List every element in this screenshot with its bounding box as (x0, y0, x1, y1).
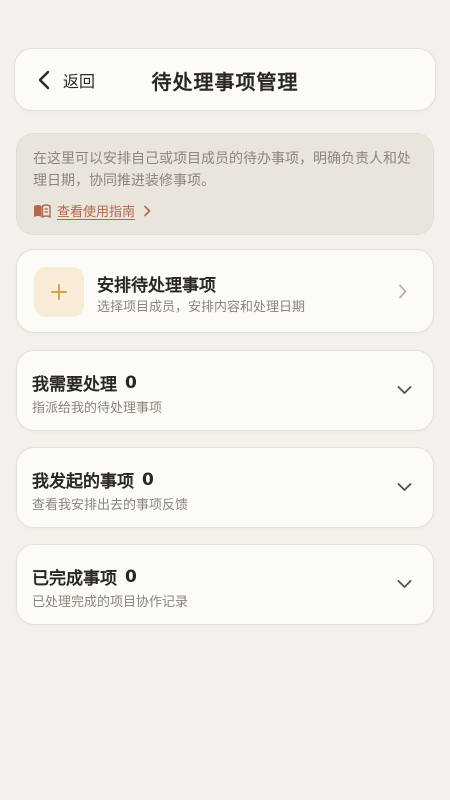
add-task-icon-box (34, 267, 84, 317)
chevron-down-icon[interactable] (397, 579, 412, 589)
add-task-card[interactable]: 安排待处理事项 选择项目成员，安排内容和处理日期 (16, 249, 434, 333)
intro-panel: 在这里可以安排自己或项目成员的待办事项，明确负责人和处理日期，协同推进装修事项。… (16, 133, 434, 235)
chevron-right-icon (144, 205, 151, 216)
top-bar: 返回 待处理事项管理 (14, 48, 436, 111)
chevron-right-icon (399, 284, 407, 299)
section-subtitle: 已处理完成的项目协作记录 (32, 595, 189, 610)
section-count: 0 (125, 372, 137, 393)
plus-icon (51, 284, 67, 300)
book-icon (34, 203, 51, 218)
section-title-label: 已完成事项 (32, 569, 117, 589)
guide-link[interactable]: 查看使用指南 (33, 201, 417, 220)
section-title-label: 我需要处理 (32, 375, 117, 395)
section-count: 0 (142, 469, 154, 490)
section-title: 我发起的事项 0 (32, 467, 154, 493)
section-title-label: 我发起的事项 (32, 472, 134, 492)
section-title: 我需要处理 0 (32, 370, 137, 396)
section-title: 已完成事项 0 (32, 564, 137, 590)
section-completed-tasks[interactable]: 已完成事项 0 已处理完成的项目协作记录 (16, 544, 434, 625)
back-label: 返回 (63, 72, 96, 91)
add-task-subtitle: 选择项目成员，安排内容和处理日期 (97, 300, 306, 315)
add-task-title: 安排待处理事项 (97, 276, 216, 296)
section-count: 0 (125, 566, 137, 587)
chevron-down-icon[interactable] (397, 385, 412, 395)
section-subtitle: 查看我安排出去的事项反馈 (32, 498, 189, 513)
section-subtitle: 指派给我的待处理事项 (32, 401, 163, 416)
section-my-tasks[interactable]: 我需要处理 0 指派给我的待处理事项 (16, 350, 434, 431)
back-button[interactable]: 返回 (37, 67, 95, 93)
intro-text: 在这里可以安排自己或项目成员的待办事项，明确负责人和处理日期，协同推进装修事项。 (33, 151, 411, 189)
guide-link-text[interactable]: 查看使用指南 (57, 201, 135, 220)
section-initiated-tasks[interactable]: 我发起的事项 0 查看我安排出去的事项反馈 (16, 447, 434, 528)
chevron-left-icon (38, 70, 50, 90)
chevron-down-icon[interactable] (397, 482, 412, 492)
